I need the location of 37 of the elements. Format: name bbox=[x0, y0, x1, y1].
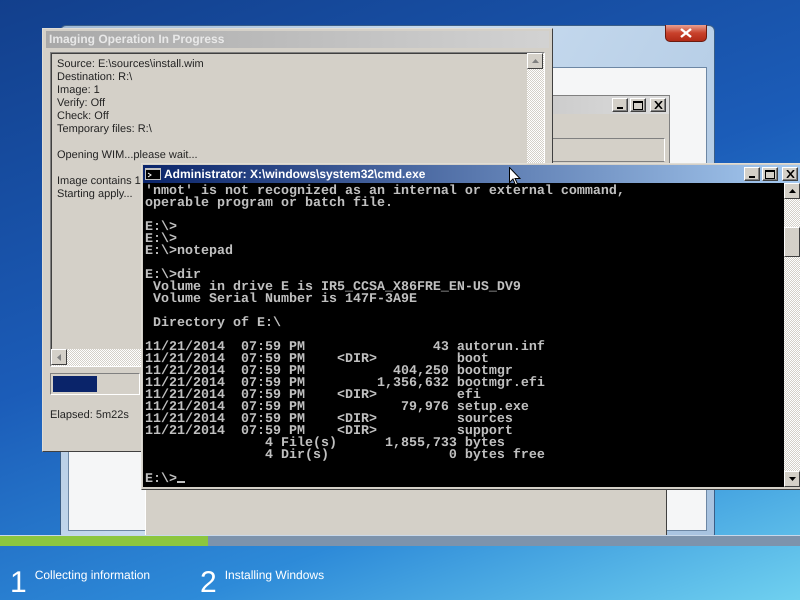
close-button[interactable] bbox=[665, 25, 707, 42]
text-cursor bbox=[177, 481, 185, 483]
scroll-up-icon[interactable] bbox=[784, 183, 800, 199]
maximize-button[interactable] bbox=[630, 98, 646, 112]
console-line: operable program or batch file. bbox=[145, 196, 393, 211]
minimize-button[interactable] bbox=[612, 98, 628, 112]
log-line: Source: E:\sources\install.wim bbox=[57, 58, 204, 71]
minimize-button[interactable] bbox=[744, 167, 760, 181]
log-line: Starting apply... bbox=[57, 188, 133, 201]
maximize-button[interactable] bbox=[762, 167, 778, 181]
console-line: E:\> bbox=[145, 472, 177, 487]
elapsed-time: Elapsed: 5m22s bbox=[50, 409, 129, 421]
console-line: Volume Serial Number is 147F-3A9E bbox=[152, 292, 417, 307]
step-number: 1 bbox=[10, 566, 27, 600]
log-line: Image contains 1 bbox=[57, 175, 141, 188]
step-label: Collecting information bbox=[34, 568, 150, 584]
close-icon bbox=[680, 28, 692, 38]
scroll-thumb[interactable] bbox=[784, 227, 800, 257]
log-line: Opening WIM...please wait... bbox=[57, 149, 198, 162]
maximize-icon bbox=[765, 170, 775, 178]
step-number: 2 bbox=[200, 566, 217, 600]
step-label: Installing Windows bbox=[224, 568, 324, 584]
log-line: Temporary files: R:\ bbox=[57, 123, 152, 136]
log-line: Image: 1 bbox=[57, 84, 100, 97]
console-line: Directory of E:\ bbox=[152, 316, 281, 331]
log-line: Destination: R:\ bbox=[57, 71, 132, 84]
log-line: Check: Off bbox=[57, 110, 109, 123]
window-title: Administrator: X:\windows\system32\cmd.exe bbox=[164, 167, 426, 181]
maximize-icon bbox=[633, 100, 643, 110]
scroll-up-icon[interactable] bbox=[527, 53, 543, 69]
log-line: Verify: Off bbox=[57, 97, 106, 110]
close-icon bbox=[786, 170, 794, 178]
console-icon bbox=[145, 168, 161, 180]
scroll-left-icon[interactable] bbox=[51, 349, 67, 365]
scroll-down-icon[interactable] bbox=[784, 471, 800, 487]
console-line: 4 Dir(s) 0 bytes free bbox=[264, 448, 545, 463]
close-icon bbox=[654, 101, 662, 109]
